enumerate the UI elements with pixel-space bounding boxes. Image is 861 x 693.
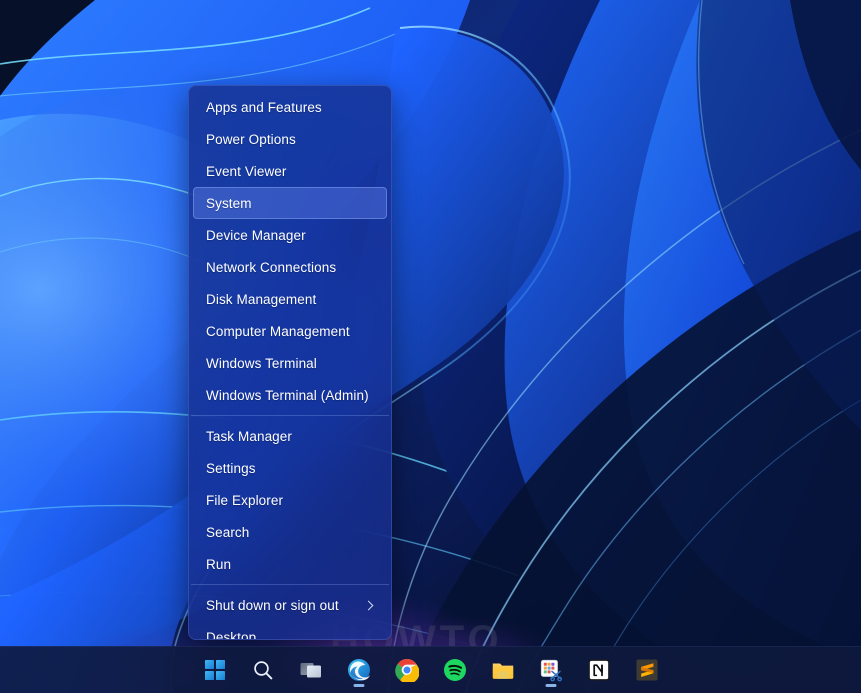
- menu-item-shut-down-or-sign-out[interactable]: Shut down or sign out: [193, 589, 387, 621]
- menu-item-device-manager[interactable]: Device Manager: [193, 219, 387, 251]
- task-view-icon: [299, 658, 323, 682]
- folder-icon: [491, 658, 515, 682]
- chrome-icon: [394, 658, 419, 682]
- menu-item-label: Disk Management: [206, 291, 317, 307]
- menu-item-task-manager[interactable]: Task Manager: [193, 420, 387, 452]
- menu-item-network-connections[interactable]: Network Connections: [193, 251, 387, 283]
- win-x-power-user-menu[interactable]: Apps and Features Power Options Event View…: [188, 85, 392, 640]
- menu-item-apps-and-features[interactable]: Apps and Features: [193, 91, 387, 123]
- search-button[interactable]: [246, 652, 280, 688]
- menu-item-label: Power Options: [206, 131, 296, 147]
- chevron-right-icon: [364, 599, 376, 611]
- menu-item-label: Run: [206, 556, 232, 572]
- menu-item-label: Windows Terminal (Admin): [206, 387, 369, 403]
- menu-item-power-options[interactable]: Power Options: [193, 123, 387, 155]
- task-view-button[interactable]: [294, 652, 328, 688]
- snipping-tool-icon: [539, 658, 563, 682]
- menu-item-label: Windows Terminal: [206, 355, 317, 371]
- menu-item-computer-management[interactable]: Computer Management: [193, 315, 387, 347]
- wallpaper-image: [0, 0, 861, 693]
- edge-icon: [347, 658, 371, 682]
- menu-item-label: Apps and Features: [206, 99, 322, 115]
- spotify-button[interactable]: [438, 652, 472, 688]
- chrome-button[interactable]: [390, 652, 424, 688]
- sublime-text-icon: [635, 658, 659, 682]
- menu-item-label: Task Manager: [206, 428, 292, 444]
- menu-item-search[interactable]: Search: [193, 516, 387, 548]
- menu-item-file-explorer[interactable]: File Explorer: [193, 484, 387, 516]
- notion-icon: [587, 658, 611, 682]
- menu-item-desktop[interactable]: Desktop: [193, 621, 387, 640]
- spotify-icon: [443, 658, 467, 682]
- separator-2: [191, 584, 389, 585]
- running-indicator: [545, 684, 556, 687]
- desktop[interactable]: HOWTO Apps and FeaturesPower OptionsEven…: [0, 0, 861, 693]
- edge-button[interactable]: [342, 652, 376, 688]
- sublime-button[interactable]: [630, 652, 664, 688]
- menu-item-label: Network Connections: [206, 259, 337, 275]
- menu-item-windows-terminal-admin[interactable]: Windows Terminal (Admin): [193, 379, 387, 411]
- menu-item-system[interactable]: System: [193, 187, 387, 219]
- menu-item-windows-terminal[interactable]: Windows Terminal: [193, 347, 387, 379]
- menu-item-label: Computer Management: [206, 323, 350, 339]
- explorer-button[interactable]: [486, 652, 520, 688]
- snipping-button[interactable]: [534, 652, 568, 688]
- notion-button[interactable]: [582, 652, 616, 688]
- menu-item-label: Device Manager: [206, 227, 306, 243]
- start-button[interactable]: [198, 652, 232, 688]
- taskbar[interactable]: [0, 646, 861, 693]
- menu-item-label: File Explorer: [206, 492, 284, 508]
- menu-item-label: System: [206, 195, 252, 211]
- menu-item-label: Search: [206, 524, 250, 540]
- menu-item-label: Shut down or sign out: [206, 597, 339, 613]
- menu-item-label: Event Viewer: [206, 163, 287, 179]
- separator-1: [191, 415, 389, 416]
- menu-item-label: Settings: [206, 460, 256, 476]
- windows-logo-icon: [203, 658, 227, 682]
- running-indicator: [353, 684, 364, 687]
- menu-item-run[interactable]: Run: [193, 548, 387, 580]
- search-icon: [251, 658, 275, 682]
- menu-item-event-viewer[interactable]: Event Viewer: [193, 155, 387, 187]
- menu-item-disk-management[interactable]: Disk Management: [193, 283, 387, 315]
- menu-item-settings[interactable]: Settings: [193, 452, 387, 484]
- menu-item-label: Desktop: [206, 629, 257, 640]
